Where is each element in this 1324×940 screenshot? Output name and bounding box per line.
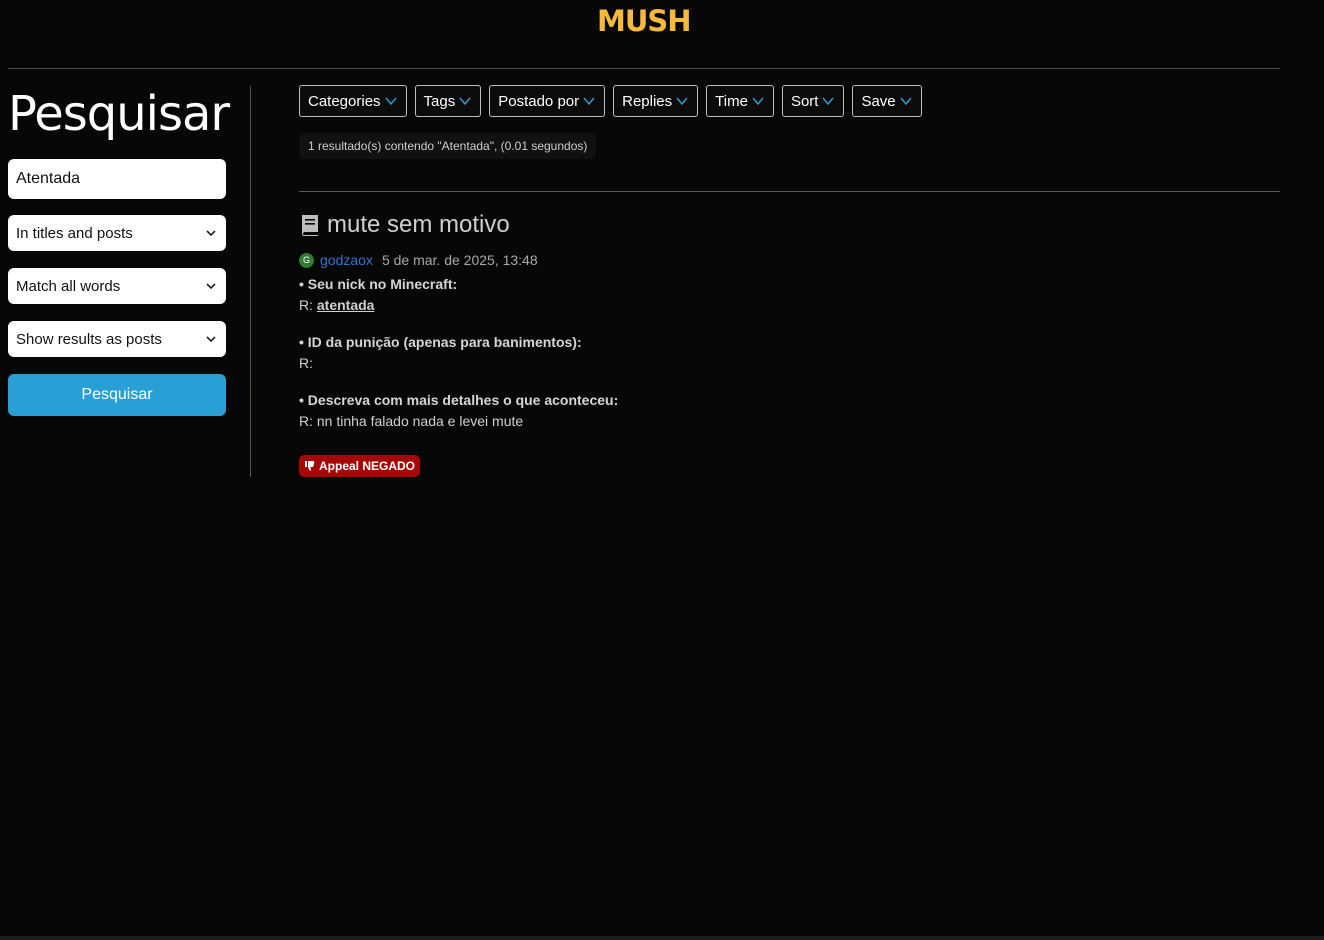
chevron-down-icon: [583, 97, 595, 106]
header: MUSH: [0, 0, 1324, 68]
chevron-down-icon: [459, 97, 471, 106]
post-answer: R:: [299, 355, 313, 371]
search-scope-select[interactable]: In titles and posts: [8, 215, 226, 251]
filter-bar: Categories Tags Postado por Replies Time…: [299, 85, 922, 117]
author-link[interactable]: godzaox: [320, 252, 373, 268]
sidebar-divider: [250, 86, 251, 477]
filter-posted-by-button[interactable]: Postado por: [489, 85, 606, 117]
site-logo[interactable]: MUSH: [597, 4, 692, 38]
select-value: Match all words: [16, 277, 121, 295]
chevron-down-icon: [900, 97, 912, 106]
post-date: 5 de mar. de 2025, 13:48: [381, 252, 538, 268]
filter-save-button[interactable]: Save: [852, 85, 922, 117]
filter-label: Time: [715, 92, 748, 110]
filter-categories-button[interactable]: Categories: [299, 85, 407, 117]
filter-tags-button[interactable]: Tags: [414, 85, 482, 117]
filter-label: Sort: [790, 92, 819, 110]
chevron-down-icon: [206, 336, 216, 343]
post-question: • Seu nick no Minecraft:: [299, 276, 457, 292]
chevron-down-icon: [206, 230, 216, 237]
filter-label: Tags: [423, 92, 456, 110]
header-divider: [8, 68, 1280, 69]
book-icon: [302, 215, 318, 236]
filter-time-button[interactable]: Time: [706, 85, 774, 117]
answer-prefix: R:: [299, 297, 317, 313]
filter-label: Categories: [308, 92, 381, 110]
search-sidebar: Pesquisar In titles and posts Match all …: [8, 86, 230, 416]
question-text: • Descreva com mais detalhes o que acont…: [299, 392, 619, 408]
post-question: • ID da punição (apenas para banimentos)…: [299, 334, 582, 350]
chevron-down-icon: [206, 283, 216, 290]
filter-label: Postado por: [498, 92, 580, 110]
search-input[interactable]: [8, 159, 226, 199]
select-value: In titles and posts: [16, 224, 133, 242]
results-display-select[interactable]: Show results as posts: [8, 321, 226, 357]
chevron-down-icon: [384, 97, 397, 106]
filter-label: Replies: [622, 92, 673, 110]
highlighted-match: atentada: [316, 297, 375, 313]
select-value: Show results as posts: [16, 330, 162, 348]
post-title-link[interactable]: mute sem motivo: [299, 210, 1199, 240]
search-submit-button[interactable]: Pesquisar: [8, 374, 226, 416]
chevron-down-icon: [676, 97, 688, 106]
search-result-post: mute sem motivo G godzaox 5 de mar. de 2…: [299, 210, 1199, 477]
filter-label: Save: [861, 92, 896, 110]
chevron-down-icon: [822, 97, 835, 106]
filter-sort-button[interactable]: Sort: [781, 85, 845, 117]
page-title: Pesquisar: [8, 86, 230, 142]
question-text: • Seu nick no Minecraft:: [299, 276, 458, 292]
avatar[interactable]: G: [299, 252, 314, 268]
match-mode-select[interactable]: Match all words: [8, 268, 226, 304]
post-answer: R: nn tinha falado nada e levei mute: [299, 413, 524, 429]
question-text: • ID da punição (apenas para banimentos)…: [299, 334, 582, 350]
badge-label: Appeal NEGADO: [319, 459, 416, 473]
post-meta: G godzaox 5 de mar. de 2025, 13:48: [299, 251, 538, 269]
filter-replies-button[interactable]: Replies: [613, 85, 699, 117]
post-question: • Descreva com mais detalhes o que acont…: [299, 392, 618, 408]
post-title: mute sem motivo: [327, 211, 510, 238]
bottom-scroll-bar: [0, 936, 1324, 940]
result-count: 1 resultado(s) contendo "Atentada", (0.0…: [299, 133, 597, 159]
thumbs-down-icon: [305, 461, 315, 471]
post-answer: R: atentada: [299, 297, 374, 313]
status-badge[interactable]: Appeal NEGADO: [299, 455, 421, 477]
results-divider: [299, 191, 1280, 192]
chevron-down-icon: [752, 97, 764, 106]
